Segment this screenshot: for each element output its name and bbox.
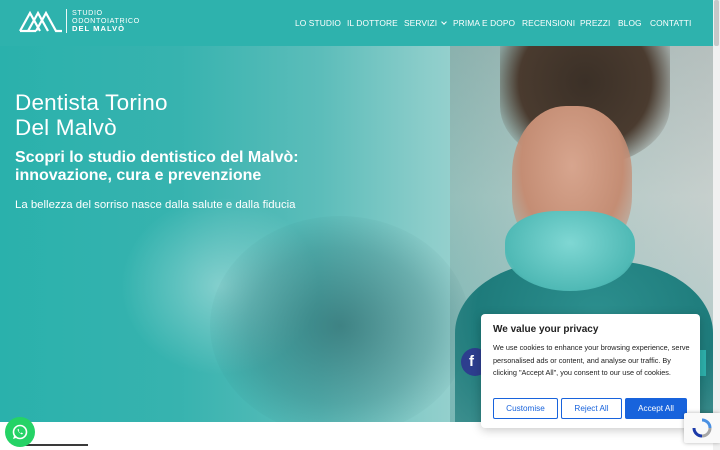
- cookie-title: We value your privacy: [493, 324, 599, 335]
- recaptcha-icon: [692, 418, 712, 438]
- logo-text: STUDIO ODONTOIATRICO DEL MALVÒ: [72, 9, 140, 33]
- site-logo[interactable]: STUDIO ODONTOIATRICO DEL MALVÒ: [18, 9, 140, 33]
- recaptcha-badge[interactable]: [684, 413, 720, 443]
- nav-servizi-label: SERVIZI: [404, 18, 438, 28]
- reject-all-button[interactable]: Reject All: [561, 398, 622, 419]
- nav-prima-e-dopo[interactable]: PRIMA E DOPO: [453, 17, 515, 29]
- studio-logo-icon: [19, 10, 62, 33]
- hero-title-line-1: Dentista Torino: [15, 90, 168, 115]
- cookie-body-text: We use cookies to enhance your browsing …: [493, 343, 690, 377]
- hero-subtitle-line-1: Scopri lo studio dentistico del Malvò:: [15, 149, 299, 166]
- nav-servizi[interactable]: SERVIZI: [404, 17, 447, 29]
- scrollbar-thumb[interactable]: [714, 0, 719, 46]
- nav-il-dottore[interactable]: IL DOTTORE: [347, 17, 398, 29]
- nav-lo-studio[interactable]: LO STUDIO: [295, 17, 341, 29]
- whatsapp-button[interactable]: [5, 417, 35, 447]
- nav-prezzi[interactable]: PREZZI: [580, 17, 610, 29]
- nav-blog[interactable]: BLOG: [618, 17, 642, 29]
- hero-title: Dentista Torino Del Malvò: [15, 90, 168, 140]
- hero-photo-doctor-mask: [505, 211, 635, 291]
- cookie-consent-banner: We value your privacy We use cookies to …: [481, 314, 700, 428]
- customise-button[interactable]: Customise: [493, 398, 558, 419]
- hero-subtitle-line-2: innovazione, cura e prevenzione: [15, 167, 262, 184]
- hero-title-line-2: Del Malvò: [15, 115, 117, 140]
- section-divider: [24, 444, 88, 446]
- page-scrollbar[interactable]: [713, 0, 720, 450]
- accept-all-button[interactable]: Accept All: [625, 398, 687, 419]
- site-header: STUDIO ODONTOIATRICO DEL MALVÒ LO STUDIO…: [0, 0, 713, 46]
- hero-tagline: La bellezza del sorriso nasce dalla salu…: [15, 199, 296, 211]
- nav-contatti[interactable]: CONTATTI: [650, 17, 691, 29]
- hero-photo-shade: [210, 216, 470, 422]
- hero-subtitle: Scopri lo studio dentistico del Malvò: i…: [15, 149, 299, 185]
- logo-divider: [66, 9, 67, 33]
- logo-line-3: DEL MALVÒ: [72, 24, 126, 33]
- chevron-down-icon: [441, 19, 447, 25]
- facebook-icon: f: [469, 353, 474, 370]
- nav-recensioni[interactable]: RECENSIONI: [522, 17, 575, 29]
- whatsapp-icon: [12, 424, 28, 440]
